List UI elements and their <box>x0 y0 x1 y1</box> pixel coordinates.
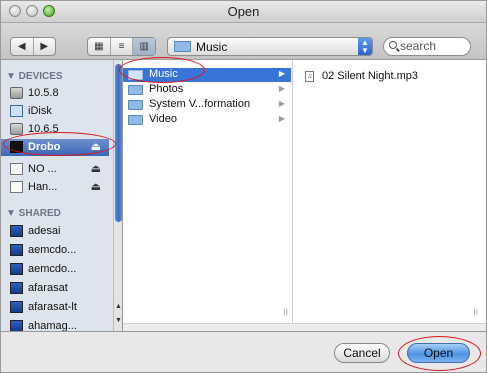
back-forward-control: ◀ ▶ <box>10 37 56 56</box>
sidebar-item-label: 10.5.8 <box>28 87 59 99</box>
sidebar-item-shared[interactable]: afarasat-lt <box>1 299 109 316</box>
column-browser: Music ▶ Photos ▶ System V...formation ▶ … <box>123 60 486 331</box>
hard-disk-icon <box>10 87 23 99</box>
sidebar: ▼ DEVICES 10.5.8 iDisk 10.6.5 Drobo ⏏ NO… <box>1 60 123 331</box>
external-disk-icon <box>10 181 23 193</box>
sidebar-item-10-6-5[interactable]: 10.6.5 <box>1 121 109 138</box>
browser-horizontal-scrollbar[interactable] <box>123 323 486 331</box>
scroll-down-arrow-icon[interactable]: ▼ <box>114 316 122 326</box>
drobo-icon <box>10 141 23 153</box>
chevron-right-icon: ▶ <box>278 69 285 78</box>
icon-view-button[interactable]: ▦ <box>88 38 110 55</box>
chevron-right-icon: ▶ <box>278 114 285 123</box>
path-popup[interactable]: Music ▲ ▼ <box>167 37 373 56</box>
sidebar-item-idisk[interactable]: iDisk <box>1 103 109 120</box>
sidebar-item-label: NO ... <box>28 163 57 175</box>
sidebar-scroll-thumb[interactable] <box>115 64 122 222</box>
sidebar-item-shared[interactable]: aemcdo... <box>1 261 109 278</box>
sidebar-item-drobo[interactable]: Drobo ⏏ <box>1 139 109 156</box>
list-item-label: Photos <box>149 83 184 95</box>
sidebar-item-shared[interactable]: aemcdo... <box>1 242 109 259</box>
folder-icon <box>128 115 143 125</box>
sidebar-item-label: ahamag... <box>28 320 77 331</box>
computer-icon <box>10 225 23 237</box>
sidebar-item-label: aemcdo... <box>28 263 77 275</box>
sidebar-item-label: aemcdo... <box>28 244 77 256</box>
list-item[interactable]: Music ▶ <box>123 68 291 82</box>
window-title: Open <box>227 4 260 19</box>
toolbar: ◀ ▶ ▦ ≡ ▥ Music ▲ ▼ <box>1 23 486 60</box>
scroll-up-arrow-icon[interactable]: ▲ <box>114 302 122 312</box>
forward-button[interactable]: ▶ <box>32 38 56 55</box>
computer-icon <box>10 244 23 256</box>
shared-header[interactable]: ▼ SHARED <box>6 208 61 219</box>
computer-icon <box>10 282 23 294</box>
sidebar-item-label: afarasat <box>28 282 68 294</box>
music-file-icon: ♫ <box>305 71 314 82</box>
sidebar-item-label: 10.6.5 <box>28 123 59 135</box>
eject-icon[interactable]: ⏏ <box>91 140 101 153</box>
open-button[interactable]: Open <box>407 343 470 363</box>
external-disk-icon <box>10 163 23 175</box>
cancel-button[interactable]: Cancel <box>334 343 390 363</box>
search-field[interactable] <box>383 37 471 56</box>
list-view-button[interactable]: ≡ <box>109 38 133 55</box>
list-item[interactable]: Video ▶ <box>123 113 291 127</box>
browser-column-2: ♫ 02 Silent Night.mp3 II <box>294 60 486 331</box>
computer-icon <box>10 301 23 313</box>
sidebar-item-label: afarasat-lt <box>28 301 77 313</box>
chevron-right-icon: ▶ <box>278 99 285 108</box>
view-mode-control: ▦ ≡ ▥ <box>87 37 156 56</box>
open-dialog: Open ◀ ▶ ▦ ≡ ▥ Music ▲▼ ▼ DEVICES 10.5.8 <box>0 0 487 373</box>
sidebar-item-shared[interactable]: afarasat <box>1 280 109 297</box>
sidebar-item-label: iDisk <box>28 105 52 117</box>
eject-icon[interactable]: ⏏ <box>91 180 101 193</box>
list-item[interactable]: System V...formation ▶ <box>123 98 291 112</box>
sidebar-item-label: adesai <box>28 225 61 237</box>
sidebar-item-label: Han... <box>28 181 58 193</box>
list-item-label: System V...formation <box>149 98 251 110</box>
computer-icon <box>10 263 23 275</box>
sidebar-item-10-5-8[interactable]: 10.5.8 <box>1 85 109 102</box>
back-button[interactable]: ◀ <box>11 38 33 55</box>
path-popup-label: Music <box>196 40 228 54</box>
column-resize-grip[interactable]: II <box>284 308 288 317</box>
search-input[interactable] <box>400 39 466 53</box>
search-icon <box>389 41 397 49</box>
column-resize-grip[interactable]: II <box>474 308 478 317</box>
list-item-label: Video <box>149 113 177 125</box>
chevron-right-icon: ▶ <box>278 84 285 93</box>
sidebar-item-no[interactable]: NO ... ⏏ <box>1 161 109 178</box>
eject-icon[interactable]: ⏏ <box>91 162 101 175</box>
list-item[interactable]: ♫ 02 Silent Night.mp3 <box>294 70 484 84</box>
folder-icon <box>128 70 143 80</box>
sidebar-scrollbar[interactable]: ▲ ▼ <box>113 60 122 331</box>
hard-disk-icon <box>10 123 23 135</box>
sidebar-item-shared[interactable]: ahamag... <box>1 318 109 331</box>
folder-icon <box>128 85 143 95</box>
list-item-label: 02 Silent Night.mp3 <box>322 70 418 82</box>
computer-icon <box>10 320 23 331</box>
idisk-icon <box>10 105 23 117</box>
column-view-button[interactable]: ▥ <box>132 38 156 55</box>
devices-header[interactable]: ▼ DEVICES <box>6 71 63 82</box>
list-item[interactable]: Photos ▶ <box>123 83 291 97</box>
sidebar-item-han[interactable]: Han... ⏏ <box>1 179 109 196</box>
folder-icon <box>174 41 191 52</box>
sidebar-item-shared[interactable]: adesai <box>1 223 109 240</box>
folder-icon <box>128 100 143 110</box>
sidebar-item-label: Drobo <box>28 141 61 153</box>
list-item-label: Music <box>149 68 178 80</box>
button-bar: Cancel Open <box>1 331 486 372</box>
popup-arrows-icon: ▲ ▼ <box>358 38 372 55</box>
browser-column-1: Music ▶ Photos ▶ System V...formation ▶ … <box>123 60 293 331</box>
title-bar: Open <box>1 1 486 23</box>
